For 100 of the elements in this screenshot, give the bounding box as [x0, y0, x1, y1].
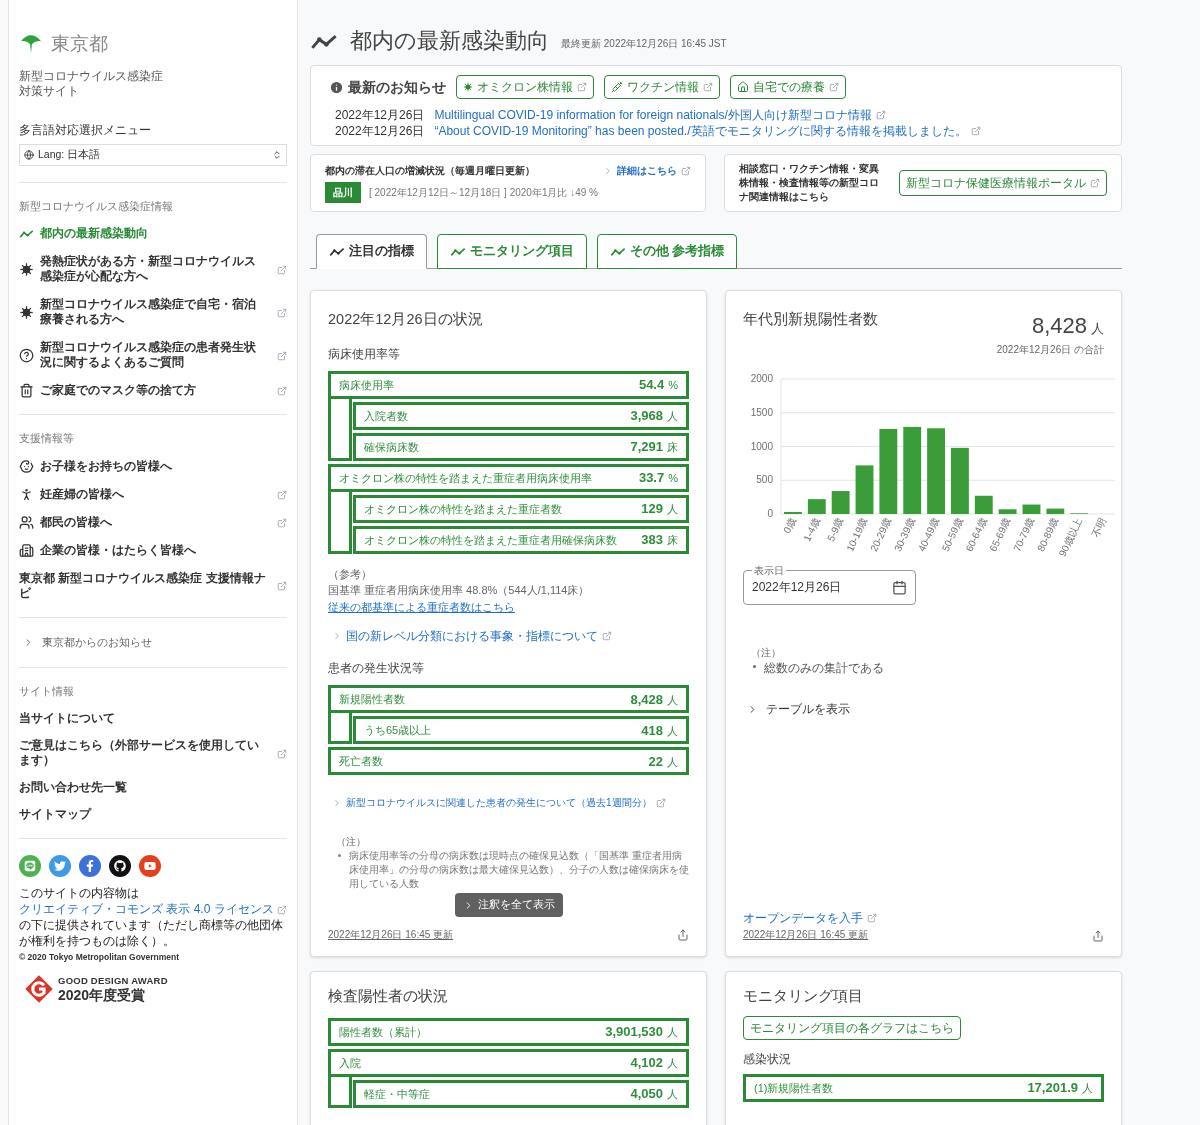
row-unit: 人 [667, 754, 678, 770]
note-text: 病床使用率等の分母の病床数は現時点の確保見込数（「国基準 重症者用病床使用率」の分母の病床数は最大確保見込数）、分子の人数は確保病床を使用している人数 [349, 849, 689, 892]
nav-link[interactable]: サイトマップ [19, 807, 287, 823]
x-tick-label: 60-64歳 [963, 516, 989, 554]
language-select[interactable]: Lang: 日本語 [19, 143, 287, 166]
reference-label: （参考） [328, 566, 373, 582]
row-unit: 人 [667, 1087, 678, 1103]
population-period: [ 2022年12月12日～12月18日 ] 2020年1月比 ↓49 % [369, 186, 598, 200]
open-data-link[interactable]: オープンデータを入手 [743, 909, 877, 928]
row-unit: 人 [667, 1025, 678, 1041]
license-link[interactable]: クリエイティブ・コモンズ 表示 4.0 ライセンス [19, 902, 288, 917]
share-icon[interactable] [677, 928, 689, 941]
row-unit: 人 [1082, 1081, 1093, 1097]
nav-link[interactable]: 新型コロナウイルス感染症の患者発生状況に関するよくあるご質問 [19, 340, 287, 371]
award-year: 2020年度受賞 [58, 987, 147, 1002]
copyright-text: © 2020 Tokyo Metropolitan Government [19, 951, 181, 964]
notice-link[interactable]: 東京都からのお知らせ [19, 634, 287, 651]
row-unit: 床 [667, 440, 678, 455]
x-tick-label: 20-29歳 [868, 516, 894, 554]
nav-link[interactable]: 企業の皆様・はたらく皆様へ [19, 543, 287, 558]
logo-text: 東京都 [51, 32, 108, 56]
card-title: 年代別新規陽性者数 [743, 310, 878, 329]
note-text: 総数のみの集計である [764, 660, 884, 676]
updated-link[interactable]: 2022年12月26日 16:45 更新 [328, 927, 454, 943]
row-value: 418 [641, 721, 663, 740]
nav-section-heading: 新型コロナウイルス感染症情報 [19, 198, 174, 214]
info-link-button[interactable]: ワクチン情報 [604, 75, 720, 99]
news-link[interactable]: Multilingual COVID-19 information for foreign nationals/外国人向け新型コロナ情報 [434, 107, 886, 123]
nav-link[interactable]: 都民の皆様へ [19, 515, 287, 530]
facebook-logo-icon [84, 860, 96, 873]
row-unit: 人 [667, 502, 678, 517]
date-field[interactable]: 表示日 2022年12月26日 [743, 563, 916, 605]
nav-link[interactable]: 発熱症状がある方・新型コロナウイルス感染症が心配な方へ [19, 254, 287, 285]
reference-link[interactable]: 従来の都基準による重症者数はこちら [328, 598, 515, 616]
news-link[interactable]: “About COVID-19 Monitoring” has been posted./英語でモニタリングに関する情報を掲載しました。 [434, 123, 981, 139]
row-unit: % [668, 378, 678, 393]
external-link-icon [867, 913, 877, 924]
table-toggle[interactable]: テーブルを表示 [743, 700, 850, 718]
x-tick-label: 1-4歳 [801, 516, 822, 543]
card-title: 2022年12月26日の状況 [328, 310, 484, 329]
row-label: オミクロン株の特性を踏まえた重症者数 [364, 501, 562, 517]
nav-link[interactable]: お子様をお持ちの皆様へ [19, 459, 287, 474]
nav-link[interactable]: 新型コロナウイルス感染症で自宅・宿泊療養される方へ [19, 297, 287, 328]
last-updated: 最終更新 2022年12月26日 16:45 JST [561, 37, 727, 51]
row-unit: 人 [667, 692, 678, 708]
row-unit: 人 [667, 723, 678, 739]
news-date: 2022年12月26日 [335, 107, 425, 123]
trend-line-icon [450, 246, 466, 257]
syringe-icon [611, 81, 623, 93]
nav-link[interactable]: お問い合わせ先一覧 [19, 780, 287, 796]
tab[interactable]: 注目の指標 [316, 234, 427, 269]
nav-link[interactable]: 都内の最新感染動向 [19, 226, 287, 242]
info-link-button[interactable]: オミクロン株情報 [456, 75, 594, 99]
row-label: 新規陽性者数 [339, 692, 405, 707]
patient-link[interactable]: 新型コロナウイルスに関連した患者の発生について（過去1週間分） [328, 795, 689, 811]
external-link-icon [277, 307, 287, 318]
nav-section-heading: 支援情報等 [19, 431, 75, 447]
nav-link[interactable]: 当サイトについて [19, 711, 287, 727]
external-link-icon [277, 517, 287, 528]
show-notes-button[interactable]: 注釈を全て表示 [454, 893, 563, 918]
row-value: 17,201.9 [1027, 1079, 1078, 1098]
updated-link[interactable]: 2022年12月26日 16:45 更新 [743, 927, 877, 943]
bullet-icon [753, 665, 756, 668]
nav-link[interactable]: ご意見はこちら（外部サービスを使用しています） [19, 738, 287, 769]
x-tick-label: 0歳 [781, 516, 798, 535]
level-link[interactable]: 国の新レベル分類における事象・指標について [328, 627, 689, 646]
github-logo-icon [114, 860, 126, 873]
row-label: 病床使用率 [339, 377, 394, 393]
license-text: このサイトの内容物は クリエイティブ・コモンズ 表示 4.0 ライセンス の下に提供されています（ただし商標等の他団体が権利を持つものは除く）。 [19, 885, 287, 950]
details-link[interactable]: 詳細はこちら [603, 163, 691, 178]
nav-link[interactable]: 妊産婦の皆様へ [19, 487, 287, 502]
question-icon [19, 347, 34, 363]
lang-heading: 多言語対応選択メニュー [19, 121, 152, 139]
chevron-right-icon [603, 165, 613, 176]
bar [998, 509, 1017, 514]
info-link-button[interactable]: 自宅での療養 [730, 75, 846, 99]
trend-line-icon [19, 228, 34, 239]
row-unit: % [668, 471, 678, 486]
row-value: 3,901,530 [605, 1023, 663, 1042]
bar [1022, 504, 1041, 514]
nav-link[interactable]: 東京都 新型コロナウイルス感染症 支援情報ナビ [19, 571, 287, 601]
share-icon[interactable] [1092, 930, 1104, 943]
tab[interactable]: モニタリング項目 [437, 234, 587, 269]
section-heading: 患者の発生状況等 [328, 660, 425, 678]
person-icon [19, 487, 34, 502]
social-link[interactable] [109, 855, 131, 878]
row-label: 陽性者数（累計） [339, 1024, 427, 1040]
tab[interactable]: その他 参考指標 [597, 234, 738, 269]
total-unit: 人 [1091, 320, 1104, 338]
external-link-icon [681, 165, 691, 176]
population-title: 都内の滞在人口の増減状況（毎週月曜日更新） [325, 164, 535, 178]
x-tick-label: 50-59歳 [939, 516, 965, 554]
bar [951, 447, 969, 514]
portal-button[interactable]: 新型コロナ保健医療情報ポータル [899, 170, 1107, 196]
monitoring-graphs-button[interactable]: モニタリング項目の各グラフはこちら [743, 1016, 961, 1040]
virus-icon [19, 261, 34, 277]
nav-link[interactable]: ご家庭でのマスク等の捨て方 [19, 383, 287, 399]
row-value: 33.7 [638, 469, 665, 487]
line-logo-icon [24, 860, 36, 873]
section-heading: 病床使用率等 [328, 345, 401, 363]
